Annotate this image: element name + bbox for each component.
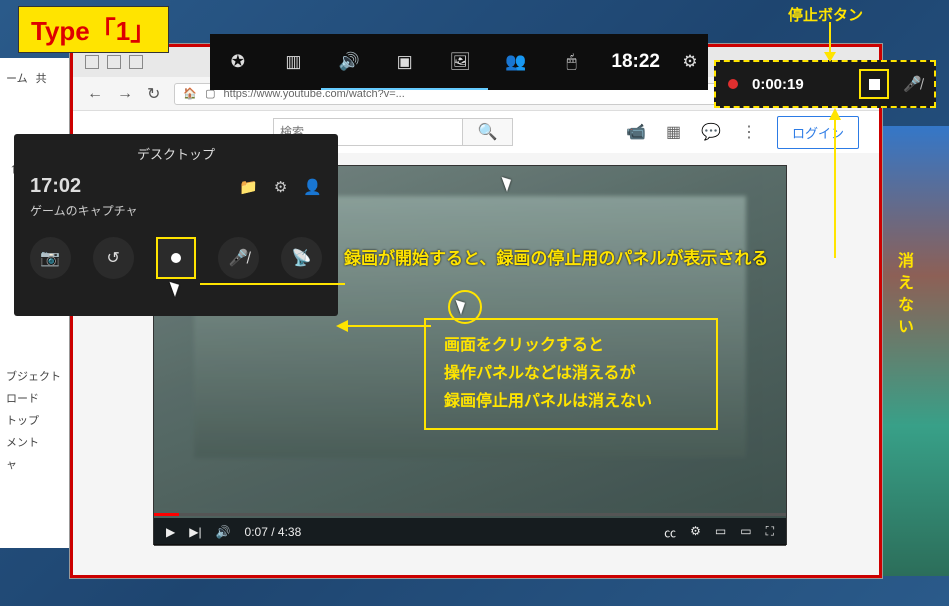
messages-icon[interactable]: 💬 [701, 122, 721, 142]
gamebar-settings-icon[interactable]: ⚙ [672, 34, 708, 90]
next-icon[interactable]: ▶| [189, 525, 201, 539]
explorer-item-2[interactable]: トップ [6, 412, 64, 428]
nav-forward-icon[interactable]: → [117, 85, 133, 103]
login-button[interactable]: ログイン [777, 116, 859, 149]
progress-bar[interactable] [154, 513, 786, 516]
site-lock-icon: 🏠 [183, 87, 197, 100]
last30-button[interactable]: ↺ [93, 237, 134, 279]
explorer-item-3[interactable]: メント [6, 434, 64, 450]
fullscreen-icon[interactable]: ⛶ [766, 524, 774, 541]
explorer-tab-home[interactable]: ーム [6, 70, 28, 86]
mouse-icon: 🖱 [544, 34, 600, 90]
cursor-3 [458, 298, 466, 314]
overlay-icon[interactable]: ▥ [266, 34, 322, 90]
social-icon[interactable]: 👥 [488, 34, 544, 90]
perf-icon[interactable]: 🖼 [433, 34, 489, 90]
recording-status-panel: 0:00:19 🎤̸ [714, 60, 936, 108]
stop-record-button[interactable] [859, 69, 889, 99]
explorer-item-1[interactable]: ロード [6, 390, 64, 406]
explorer-tab-share[interactable]: 共 [36, 70, 47, 86]
tab-icon-3[interactable] [129, 55, 143, 69]
screenshot-button[interactable]: 📷 [30, 237, 71, 279]
arrow-to-stop [820, 22, 840, 62]
record-button[interactable] [156, 237, 197, 279]
settings-cog-icon[interactable]: ⚙ [690, 524, 701, 541]
mic-off-icon: 🎤̸ [229, 248, 249, 268]
annotation-click-l2: 操作パネルなどは消えるが [444, 360, 698, 388]
gear-icon[interactable]: ⚙ [274, 178, 287, 196]
miniplayer-icon[interactable]: ▭ [715, 524, 726, 541]
camera-icon: 📷 [40, 248, 60, 268]
search-button[interactable]: 🔍 [462, 119, 512, 145]
broadcast-icon: 📡 [292, 248, 312, 268]
user-icon[interactable]: 👤 [303, 178, 322, 196]
nav-back-icon[interactable]: ← [87, 85, 103, 103]
cursor-2 [172, 280, 180, 296]
label-stop-button: 停止ボタン [788, 4, 863, 25]
capture-title: デスクトップ [14, 134, 338, 169]
type-badge: Type「1」 [18, 6, 169, 53]
play-icon[interactable]: ▶ [166, 525, 175, 539]
annotation-start-note: 録画が開始すると、録画の停止用のパネルが表示される [344, 244, 768, 269]
tab-icon-1[interactable] [85, 55, 99, 69]
stop-icon [869, 79, 880, 90]
record-indicator-dot [728, 79, 738, 89]
video-controls: ▶ ▶| 🔊 0:07 / 4:38 ㏄ ⚙ ▭ ▭ ⛶ [154, 518, 786, 546]
capture-clock: 17:02 [30, 175, 81, 198]
audio-icon[interactable]: 🔊 [321, 34, 377, 90]
capture-icon[interactable]: ▣ [377, 34, 433, 90]
record-dot-icon [171, 253, 181, 263]
record-elapsed: 0:00:19 [752, 76, 804, 93]
video-camera-icon[interactable]: 📹 [626, 122, 646, 142]
nav-refresh-icon[interactable]: ↻ [147, 84, 160, 104]
folder-icon[interactable]: 📁 [239, 178, 258, 196]
gamebar-clock: 18:22 [599, 51, 672, 73]
game-art-strip [882, 126, 949, 576]
apps-grid-icon[interactable]: ▦ [666, 122, 681, 142]
arrow-from-record [200, 272, 350, 332]
cursor-1 [504, 175, 512, 191]
video-time: 0:07 / 4:38 [245, 525, 302, 539]
subtitles-icon[interactable]: ㏄ [664, 524, 676, 541]
xbox-gamebar: ✪ ▥ 🔊 ▣ 🖼 👥 🖱 18:22 ⚙ [210, 34, 708, 90]
annotation-click-l3: 録画停止用パネルは消えない [444, 388, 698, 416]
volume-icon[interactable]: 🔊 [216, 525, 231, 539]
theater-icon[interactable]: ▭ [740, 524, 751, 541]
explorer-item-4[interactable]: ャ [6, 456, 64, 472]
more-vert-icon[interactable]: ⋮ [741, 122, 757, 142]
label-not-disappear: 消えない [891, 252, 915, 340]
arrow-to-clickbox [336, 316, 436, 336]
rewind-icon: ↺ [106, 248, 119, 268]
tab-icon-2[interactable] [107, 55, 121, 69]
annotation-click-box: 画面をクリックすると 操作パネルなどは消えるが 録画停止用パネルは消えない [424, 318, 718, 430]
mic-mute-icon[interactable]: 🎤̸ [903, 75, 922, 93]
search-icon: 🔍 [478, 122, 498, 142]
explorer-item-0[interactable]: ブジェクト [6, 368, 64, 384]
xbox-icon[interactable]: ✪ [210, 34, 266, 90]
arrow-up-from-note [825, 108, 845, 258]
annotation-click-l1: 画面をクリックすると [444, 332, 698, 360]
capture-subtitle: ゲームのキャプチャ [14, 198, 338, 229]
